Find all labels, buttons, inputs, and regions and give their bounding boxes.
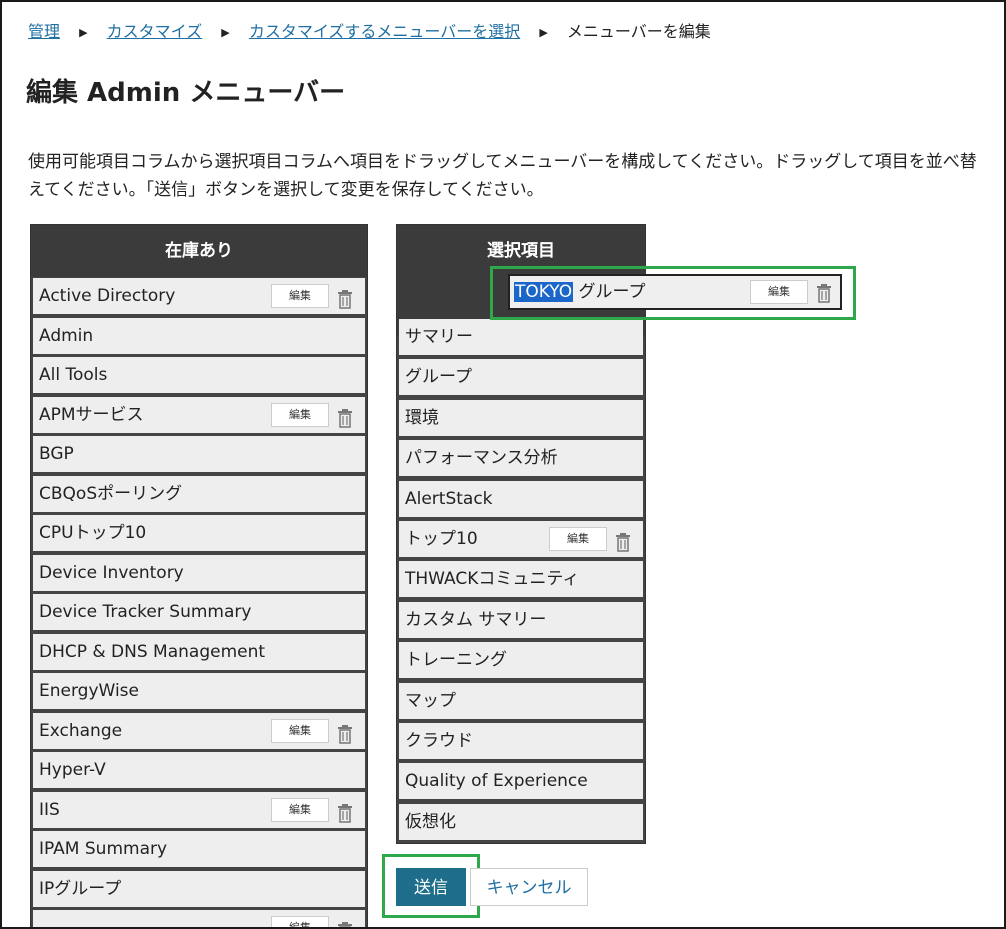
- selected-item-label: AlertStack: [405, 488, 493, 509]
- available-item-label: Active Directory: [39, 286, 176, 306]
- available-item[interactable]: DHCP & DNS Management: [33, 633, 365, 670]
- selected-item-label: パフォーマンス分析: [405, 448, 558, 469]
- trash-icon[interactable]: [337, 286, 353, 309]
- selected-item-label: THWACKコミュニティ: [405, 569, 580, 590]
- selected-item-label: カスタム サマリー: [405, 609, 547, 630]
- selected-item[interactable]: カスタム サマリー: [399, 601, 643, 638]
- trash-icon[interactable]: [615, 529, 631, 552]
- selected-item-label: 環境: [405, 407, 439, 428]
- page-description: 使用可能項目コラムから選択項目コラムへ項目をドラッグしてメニューバーを構成してく…: [28, 152, 977, 200]
- available-item-label: IPグループ: [39, 878, 122, 899]
- available-item-label: IPAM Summary: [39, 839, 168, 859]
- trash-icon[interactable]: [337, 405, 353, 428]
- selected-item-label: マップ: [405, 690, 456, 711]
- triangle-right-icon: ▶: [79, 26, 88, 39]
- available-item[interactable]: APMサービス 編集: [33, 396, 365, 433]
- triangle-right-icon: ▶: [221, 26, 230, 39]
- selected-item-label: 仮想化: [405, 811, 456, 832]
- available-item[interactable]: CBQoSポーリング: [33, 475, 365, 512]
- edit-button[interactable]: 編集: [271, 916, 329, 927]
- edit-button[interactable]: 編集: [271, 402, 329, 427]
- available-item-label: All Tools: [39, 365, 108, 385]
- triangle-right-icon: ▶: [539, 26, 548, 39]
- available-item[interactable]: IPAM Summary: [33, 831, 365, 867]
- selected-item[interactable]: AlertStack: [399, 480, 643, 517]
- available-item-label: Exchange: [39, 720, 123, 741]
- available-item[interactable]: Device Tracker Summary: [33, 594, 365, 630]
- selected-item-label: トレーニング: [405, 650, 507, 671]
- available-item-label: Device Inventory: [39, 562, 184, 583]
- available-item-label: BGP: [39, 444, 74, 464]
- selected-item[interactable]: サマリー: [399, 319, 643, 355]
- selected-item[interactable]: パフォーマンス分析: [399, 440, 643, 477]
- breadcrumb-current: メニューバーを編集: [566, 22, 711, 41]
- selected-item-label: クラウド: [405, 731, 473, 751]
- selected-item-label: Quality of Experience: [405, 771, 588, 792]
- available-item[interactable]: EnergyWise: [33, 673, 365, 709]
- edit-button[interactable]: 編集: [750, 280, 808, 304]
- available-item[interactable]: BGP: [33, 436, 365, 472]
- selected-item[interactable]: THWACKコミュニティ: [399, 561, 643, 598]
- selected-item[interactable]: グループ: [399, 359, 643, 396]
- available-item[interactable]: IIS 編集: [33, 791, 365, 828]
- page-frame: 管理 ▶ カスタマイズ ▶ カスタマイズするメニューバーを選択 ▶ メニューバー…: [0, 0, 1006, 929]
- available-item-label: EnergyWise: [39, 681, 139, 701]
- selected-item[interactable]: トップ10 編集: [399, 521, 643, 557]
- available-item[interactable]: Exchange 編集: [33, 712, 365, 749]
- edit-button[interactable]: 編集: [549, 527, 607, 551]
- available-item[interactable]: Device Inventory: [33, 554, 365, 591]
- trash-icon[interactable]: [816, 282, 832, 303]
- selected-item[interactable]: マップ: [399, 682, 643, 719]
- selected-item[interactable]: 仮想化: [399, 803, 643, 840]
- submit-button[interactable]: 送信: [396, 868, 466, 906]
- edit-button[interactable]: 編集: [271, 718, 329, 743]
- available-item-label: Hyper-V: [39, 760, 106, 780]
- available-item[interactable]: IPグループ: [33, 870, 365, 907]
- available-items-column: 在庫あり Active Directory 編集 Admin All Tools APM…: [30, 224, 368, 927]
- available-item[interactable]: Hyper-V: [33, 752, 365, 788]
- trash-icon[interactable]: [337, 918, 353, 927]
- available-item[interactable]: CPUトップ10: [33, 515, 365, 551]
- trash-icon[interactable]: [337, 721, 353, 744]
- breadcrumb-link-customize[interactable]: カスタマイズ: [107, 22, 203, 41]
- edit-button[interactable]: 編集: [271, 797, 329, 822]
- edit-button[interactable]: 編集: [271, 284, 329, 308]
- dragged-item-selected-text: TOKYO: [514, 282, 574, 302]
- selected-item-label: サマリー: [405, 327, 473, 347]
- dragged-item-label: グループ: [573, 282, 646, 302]
- cancel-button[interactable]: キャンセル: [470, 868, 588, 906]
- selected-item-label: グループ: [405, 367, 472, 388]
- breadcrumb-link-admin[interactable]: 管理: [28, 22, 60, 41]
- available-item[interactable]: 編集: [33, 910, 365, 927]
- selected-item[interactable]: クラウド: [399, 723, 643, 759]
- dragged-menu-item[interactable]: TOKYO グループ 編集: [508, 274, 842, 310]
- selected-item[interactable]: 環境: [399, 399, 643, 436]
- selected-item[interactable]: Quality of Experience: [399, 763, 643, 800]
- available-item-label: CPUトップ10: [39, 523, 147, 543]
- breadcrumb: 管理 ▶ カスタマイズ ▶ カスタマイズするメニューバーを選択 ▶ メニューバー…: [28, 18, 711, 42]
- available-item-label: CBQoSポーリング: [39, 483, 183, 504]
- available-item-label: DHCP & DNS Management: [39, 641, 266, 662]
- page-title: 編集 Admin メニューバー: [26, 78, 346, 108]
- trash-icon[interactable]: [337, 800, 353, 823]
- breadcrumb-link-select-menubar[interactable]: カスタマイズするメニューバーを選択: [249, 22, 520, 41]
- available-column-header: 在庫あり: [31, 225, 367, 277]
- available-item-label: IIS: [39, 799, 60, 820]
- available-item[interactable]: All Tools: [33, 357, 365, 393]
- available-item[interactable]: Admin: [33, 317, 365, 354]
- selected-item[interactable]: トレーニング: [399, 642, 643, 679]
- available-item-label: Admin: [39, 325, 94, 346]
- available-item-label: APMサービス: [39, 404, 144, 425]
- available-item-label: Device Tracker Summary: [39, 602, 252, 622]
- selected-item-label: トップ10: [405, 529, 478, 549]
- available-item[interactable]: Active Directory 編集: [33, 278, 365, 314]
